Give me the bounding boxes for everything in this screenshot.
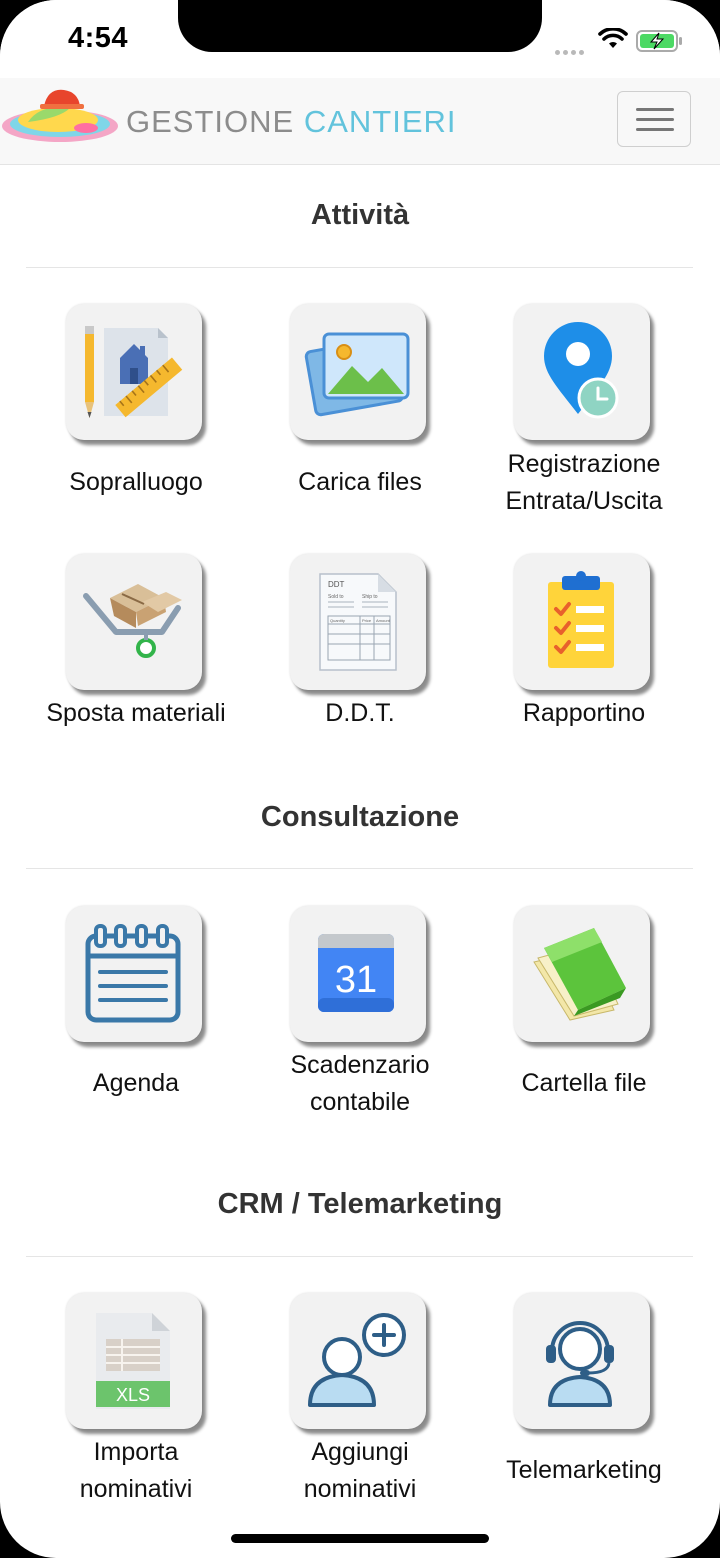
- calendar-day-number: 31: [335, 959, 377, 1001]
- brand-word-gestione: GESTIONE: [126, 104, 295, 139]
- tile-sposta-materiali[interactable]: [66, 554, 202, 690]
- xls-file-icon: XLS: [96, 1313, 170, 1409]
- label-line: Entrata/Uscita: [505, 487, 663, 515]
- agenda-calendar-icon: [85, 924, 181, 1023]
- tile-rapportino[interactable]: [514, 554, 650, 690]
- headset-operator-icon: [546, 1321, 614, 1407]
- blueprint-pencil-icon: [85, 326, 183, 418]
- tile-agenda[interactable]: [66, 906, 202, 1042]
- section-divider: [26, 267, 693, 268]
- xls-badge-text: XLS: [116, 1385, 150, 1405]
- home-indicator[interactable]: [231, 1534, 489, 1543]
- tile-ddt[interactable]: DDT Sold to Ship to Quantity Price Amoun…: [290, 554, 426, 690]
- label-line: Importa: [93, 1438, 179, 1466]
- tile-label: Cartella file: [521, 1069, 647, 1097]
- ddt-col-quantity: Quantity: [330, 618, 345, 623]
- tile-aggiungi-nominativi[interactable]: [290, 1293, 426, 1429]
- tile-carica-files[interactable]: [290, 304, 426, 440]
- tile-label: Registrazione Entrata/Uscita: [474, 446, 694, 520]
- tile-importa-nominativi[interactable]: XLS: [66, 1293, 202, 1429]
- image-upload-icon: [304, 332, 410, 417]
- section-title-crm: CRM / Telemarketing: [217, 1188, 503, 1220]
- clipboard-checklist-icon: [548, 571, 614, 668]
- app-brand[interactable]: GESTIONE CANTIERI: [126, 104, 457, 140]
- tile-label: Agenda: [92, 1069, 180, 1097]
- label-line: contabile: [309, 1088, 411, 1116]
- hamburger-line: [636, 118, 674, 121]
- hardhat-logo-icon: [2, 89, 118, 142]
- cellular-signal-icon: [555, 42, 587, 60]
- tile-cartella-file[interactable]: [514, 906, 650, 1042]
- document-ddt-icon: DDT Sold to Ship to Quantity Price Amoun…: [319, 573, 397, 671]
- status-bar: 4:54: [0, 0, 720, 78]
- ddt-doc-ship-to: Ship to: [362, 594, 378, 600]
- tile-label: Rapportino: [522, 699, 646, 727]
- hamburger-line: [636, 108, 674, 111]
- section-title-consultazione: Consultazione: [260, 801, 460, 833]
- tile-registrazione[interactable]: [514, 304, 650, 440]
- label-line: Aggiungi: [311, 1438, 409, 1466]
- label-line: nominativi: [79, 1475, 193, 1503]
- ddt-col-price: Price: [362, 618, 372, 623]
- section-divider: [26, 868, 693, 869]
- status-time: 4:54: [68, 22, 129, 54]
- label-line: Registrazione: [507, 450, 661, 478]
- tile-telemarketing[interactable]: [514, 1293, 650, 1429]
- app-screen: 4:54 GESTIONE CANTIERI Attività Soprallu…: [0, 0, 720, 1558]
- ddt-doc-title: DDT: [328, 580, 345, 589]
- cart-boxes-icon: [83, 584, 182, 658]
- section-title-attivita: Attività: [310, 199, 410, 231]
- section-divider: [26, 1256, 693, 1257]
- menu-toggle-button[interactable]: [617, 91, 691, 147]
- battery-charging-icon: [636, 30, 682, 52]
- label-line: nominativi: [303, 1475, 417, 1503]
- tile-label: Sposta materiali: [46, 699, 226, 727]
- wifi-icon: [598, 28, 628, 48]
- green-folder-icon: [533, 928, 626, 1021]
- tile-scadenzario-contabile[interactable]: 31: [290, 906, 426, 1042]
- location-clock-icon: [544, 322, 619, 419]
- tile-label: Carica files: [298, 468, 422, 496]
- tile-label: Telemarketing: [506, 1456, 662, 1484]
- add-user-icon: [308, 1313, 406, 1407]
- tile-label: Aggiungi nominativi: [250, 1434, 470, 1508]
- tile-label: Importa nominativi: [26, 1434, 246, 1508]
- label-line: Scadenzario: [290, 1051, 430, 1079]
- ddt-doc-sold-to: Sold to: [328, 594, 344, 600]
- tile-label: Sopralluogo: [69, 468, 203, 496]
- top-navbar: GESTIONE CANTIERI: [0, 78, 720, 165]
- hamburger-line: [636, 128, 674, 131]
- tile-sopralluogo[interactable]: [66, 304, 202, 440]
- brand-word-cantieri: CANTIERI: [303, 104, 457, 139]
- ddt-col-amount: Amount: [376, 618, 391, 623]
- notch: [178, 0, 542, 52]
- tile-label: D.D.T.: [325, 699, 395, 727]
- tile-label: Scadenzario contabile: [250, 1047, 470, 1121]
- calendar-31-icon: 31: [318, 934, 394, 1012]
